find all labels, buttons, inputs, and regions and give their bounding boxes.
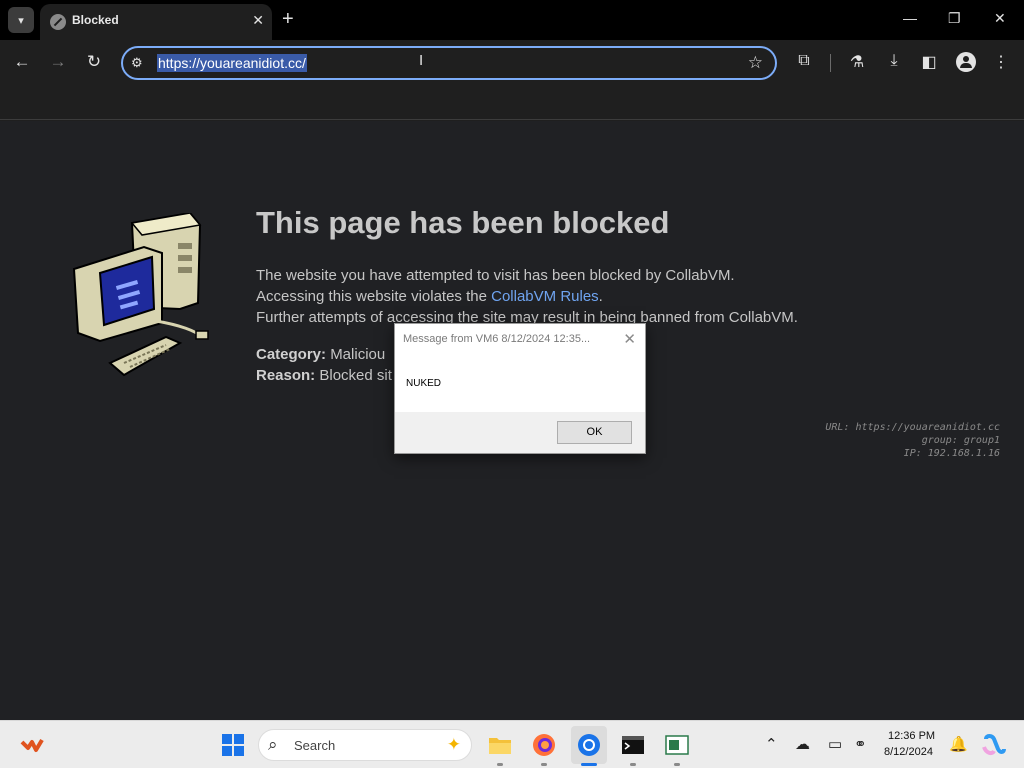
line2-suffix: . xyxy=(598,288,603,305)
windows-start-icon[interactable] xyxy=(221,733,245,757)
message-dialog: Message from VM6 8/12/2024 12:35... ✕ NU… xyxy=(394,323,646,454)
dialog-close-icon[interactable]: ✕ xyxy=(623,330,636,348)
taskbar-search-box[interactable]: ⌕ Search ✦ xyxy=(258,729,472,761)
meta-group: group: group1 xyxy=(921,435,1000,446)
copilot-icon[interactable] xyxy=(982,733,1006,757)
tab-title: Blocked xyxy=(72,13,119,27)
running-indicator xyxy=(541,763,547,766)
extensions-puzzle-icon[interactable]: ⧉ xyxy=(793,52,815,70)
text-cursor-icon: I xyxy=(419,52,424,69)
reason-value: Blocked sit xyxy=(319,367,392,384)
reason-label: Reason: xyxy=(256,367,316,384)
side-panel-icon[interactable]: ◧ xyxy=(918,52,940,72)
network-icon[interactable]: ⚭ xyxy=(854,735,867,753)
running-indicator xyxy=(630,763,636,766)
onedrive-offline-icon[interactable]: ☁ xyxy=(795,735,810,753)
profile-avatar-icon[interactable] xyxy=(956,52,976,72)
bookmark-star-icon[interactable]: ☆ xyxy=(748,53,763,73)
chevron-down-icon: ▾ xyxy=(18,14,24,27)
tab-strip: ▾ Blocked ✕ + — ❐ ✕ xyxy=(0,0,1024,40)
ok-button[interactable]: OK xyxy=(557,421,632,444)
blocked-favicon-icon xyxy=(50,14,66,30)
toolbar-divider xyxy=(830,54,831,72)
clock-date[interactable]: 8/12/2024 xyxy=(884,746,933,758)
page-title: This page has been blocked xyxy=(256,205,670,240)
reason-row: Reason: Blocked sit xyxy=(256,367,392,384)
meta-ip: IP: 192.168.1.16 xyxy=(903,448,1000,459)
file-explorer-icon[interactable] xyxy=(488,733,512,757)
app-window-icon[interactable] xyxy=(665,733,689,757)
close-icon[interactable]: ✕ xyxy=(252,12,264,29)
download-icon[interactable]: ⤓ xyxy=(883,52,905,70)
block-message-line2: Accessing this website violates the Coll… xyxy=(256,288,603,305)
active-indicator xyxy=(581,763,597,766)
block-message-line1: The website you have attempted to visit … xyxy=(256,267,735,284)
bookmarks-bar xyxy=(0,86,1024,120)
terminal-icon[interactable] xyxy=(621,733,645,757)
window-close-icon[interactable]: ✕ xyxy=(994,10,1006,27)
firefox-icon[interactable] xyxy=(532,733,556,757)
line2-prefix: Accessing this website violates the xyxy=(256,288,492,305)
dialog-title: Message from VM6 8/12/2024 12:35... xyxy=(403,333,591,345)
widgets-weather-icon[interactable] xyxy=(20,734,44,758)
back-arrow-icon[interactable]: ← xyxy=(11,52,33,72)
dialog-titlebar[interactable]: Message from VM6 8/12/2024 12:35... ✕ xyxy=(395,324,645,355)
running-indicator xyxy=(497,763,503,766)
minimize-icon[interactable]: — xyxy=(903,10,917,26)
browser-toolbar: ← → ↻ ⚙ https://youareanidiot.cc/ I ☆ ⧉ … xyxy=(0,40,1024,86)
restore-icon[interactable]: ❐ xyxy=(948,10,961,27)
address-bar[interactable]: ⚙ https://youareanidiot.cc/ I ☆ xyxy=(121,46,777,80)
dialog-footer: OK xyxy=(395,412,645,453)
tab-blocked[interactable]: Blocked ✕ xyxy=(40,4,272,40)
category-value: Maliciou xyxy=(330,346,386,363)
display-icon[interactable]: ▭ xyxy=(828,735,842,753)
category-row: Category: Maliciou xyxy=(256,346,385,363)
reload-icon[interactable]: ↻ xyxy=(83,52,105,72)
tab-search-button[interactable]: ▾ xyxy=(8,7,34,33)
tray-chevron-up-icon[interactable]: ⌃ xyxy=(765,735,778,753)
search-label: Search xyxy=(294,738,336,753)
site-settings-icon[interactable]: ⚙ xyxy=(131,55,143,71)
chrome-icon[interactable] xyxy=(577,733,601,757)
taskbar: ⌕ Search ✦ ⌃ ☁ ▭ ⚭ 12:36 PM 8/12/2024 🔔 xyxy=(0,720,1024,768)
category-label: Category: xyxy=(256,346,327,363)
collabvm-rules-link[interactable]: CollabVM Rules xyxy=(491,288,599,305)
forward-arrow-icon[interactable]: → xyxy=(47,52,69,72)
copilot-sparkle-icon: ✦ xyxy=(446,735,461,754)
retro-computer-icon xyxy=(72,213,209,377)
search-icon: ⌕ xyxy=(268,735,278,754)
notification-bell-icon[interactable]: 🔔 xyxy=(949,735,968,753)
dialog-message: NUKED xyxy=(406,378,442,389)
url-text[interactable]: https://youareanidiot.cc/ xyxy=(157,54,307,72)
menu-kebab-icon[interactable]: ⋮ xyxy=(990,52,1012,72)
new-tab-plus-icon[interactable]: + xyxy=(282,8,294,30)
clock-time[interactable]: 12:36 PM xyxy=(888,730,935,742)
meta-url: URL: https://youareanidiot.cc xyxy=(825,422,1000,433)
running-indicator xyxy=(674,763,680,766)
labs-flask-icon[interactable]: ⚗ xyxy=(846,52,868,72)
